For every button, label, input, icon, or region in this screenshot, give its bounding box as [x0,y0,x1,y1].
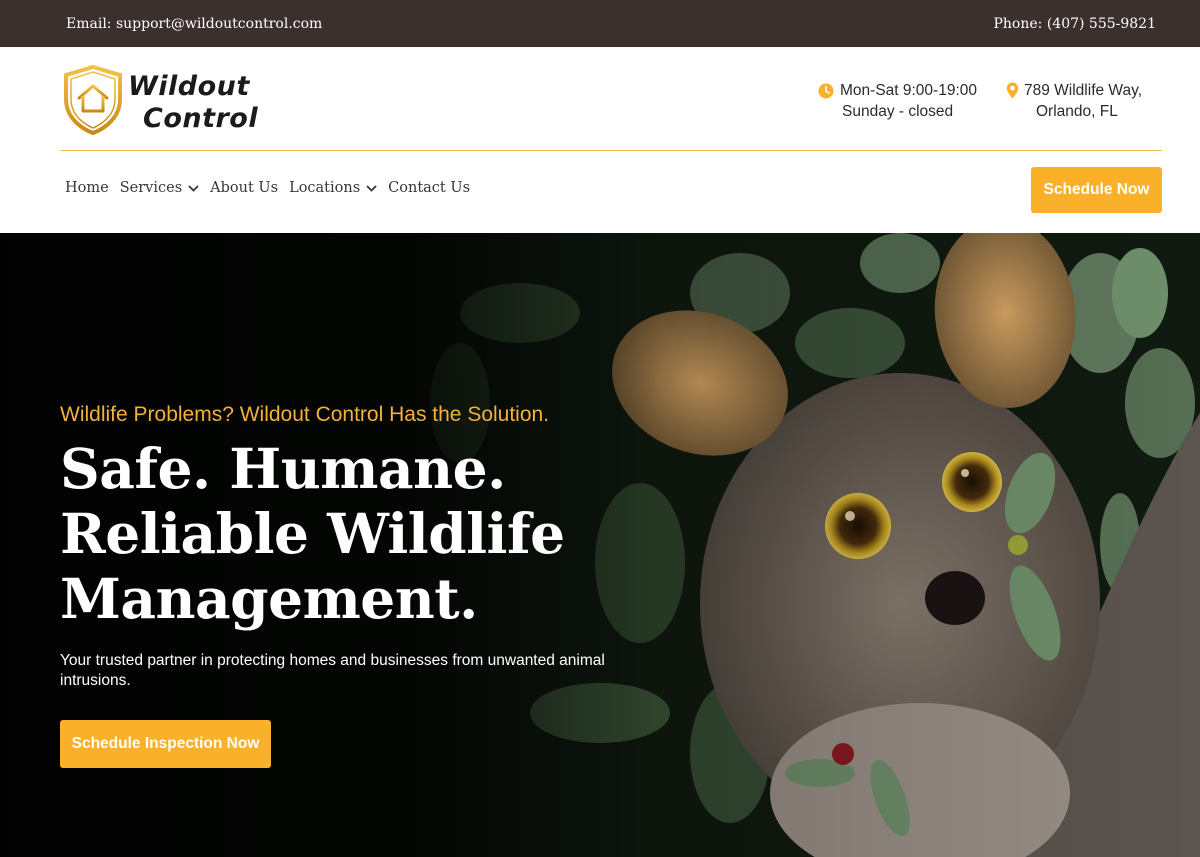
nav-item-locations[interactable]: Locations [289,180,377,196]
logo-wordmark: Wildout Control [128,71,258,135]
address-street: 789 Wildlife Way, [1024,82,1143,99]
chevron-down-icon [366,184,377,192]
hours-weekdays: Mon-Sat 9:00-19:00 [840,82,978,99]
hours-sunday: Sunday - closed [842,103,954,120]
shield-house-logo-icon [64,65,122,135]
business-address: 789 Wildlife Way, Orlando, FL [1006,80,1166,122]
nav-item-contact[interactable]: Contact Us [388,180,470,196]
nav-item-services[interactable]: Services [120,180,199,196]
business-hours: Mon-Sat 9:00-19:00 Sunday - closed [818,80,988,122]
topbar-phone[interactable]: Phone: (407) 555-9821 [993,16,1156,32]
hero-headline: Safe. Humane. Reliable Wildlife Manageme… [60,436,565,631]
top-contact-bar: Email: support@wildoutcontrol.com Phone:… [0,0,1200,47]
hero-section: Wildlife Problems? Wildout Control Has t… [0,233,1200,857]
nav-label: Contact Us [388,180,471,196]
nav-label: Home [65,180,109,196]
address-city: Orlando, FL [1036,103,1118,120]
nav-item-home[interactable]: Home [65,180,109,196]
chevron-down-icon [188,184,199,192]
logo[interactable]: Wildout Control [62,65,262,137]
nav-label: Services [119,180,183,196]
hero-tagline: Wildlife Problems? Wildout Control Has t… [60,403,550,426]
logo-line-1: Wildout [128,71,250,102]
nav-item-about[interactable]: About Us [210,180,278,196]
site-header: Wildout Control Mon-Sat 9:00-19:00 Sunda… [0,47,1200,233]
map-pin-icon [1006,82,1019,99]
schedule-now-button[interactable]: Schedule Now [1031,167,1162,213]
schedule-inspection-button[interactable]: Schedule Inspection Now [60,720,271,768]
nav-label: Locations [289,180,361,196]
hero-subtext: Your trusted partner in protecting homes… [60,652,605,689]
clock-icon [818,83,834,98]
nav-label: About Us [210,180,279,196]
logo-line-2: Control [143,103,259,134]
main-nav: Home Services About Us Locations Contact… [65,180,470,196]
topbar-email[interactable]: Email: support@wildoutcontrol.com [66,16,322,32]
header-divider [60,150,1162,151]
